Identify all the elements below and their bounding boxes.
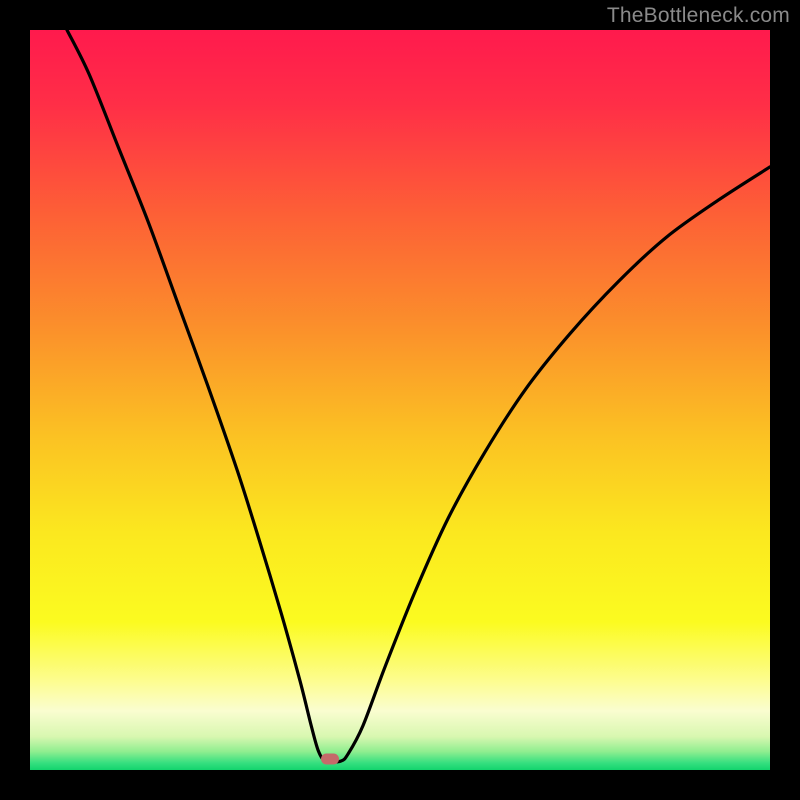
outer-frame: TheBottleneck.com (0, 0, 800, 800)
plot-area (30, 30, 770, 770)
optimal-point-marker (321, 753, 339, 764)
bottleneck-curve (67, 30, 770, 762)
watermark-text: TheBottleneck.com (607, 4, 790, 28)
curve-layer (30, 30, 770, 770)
